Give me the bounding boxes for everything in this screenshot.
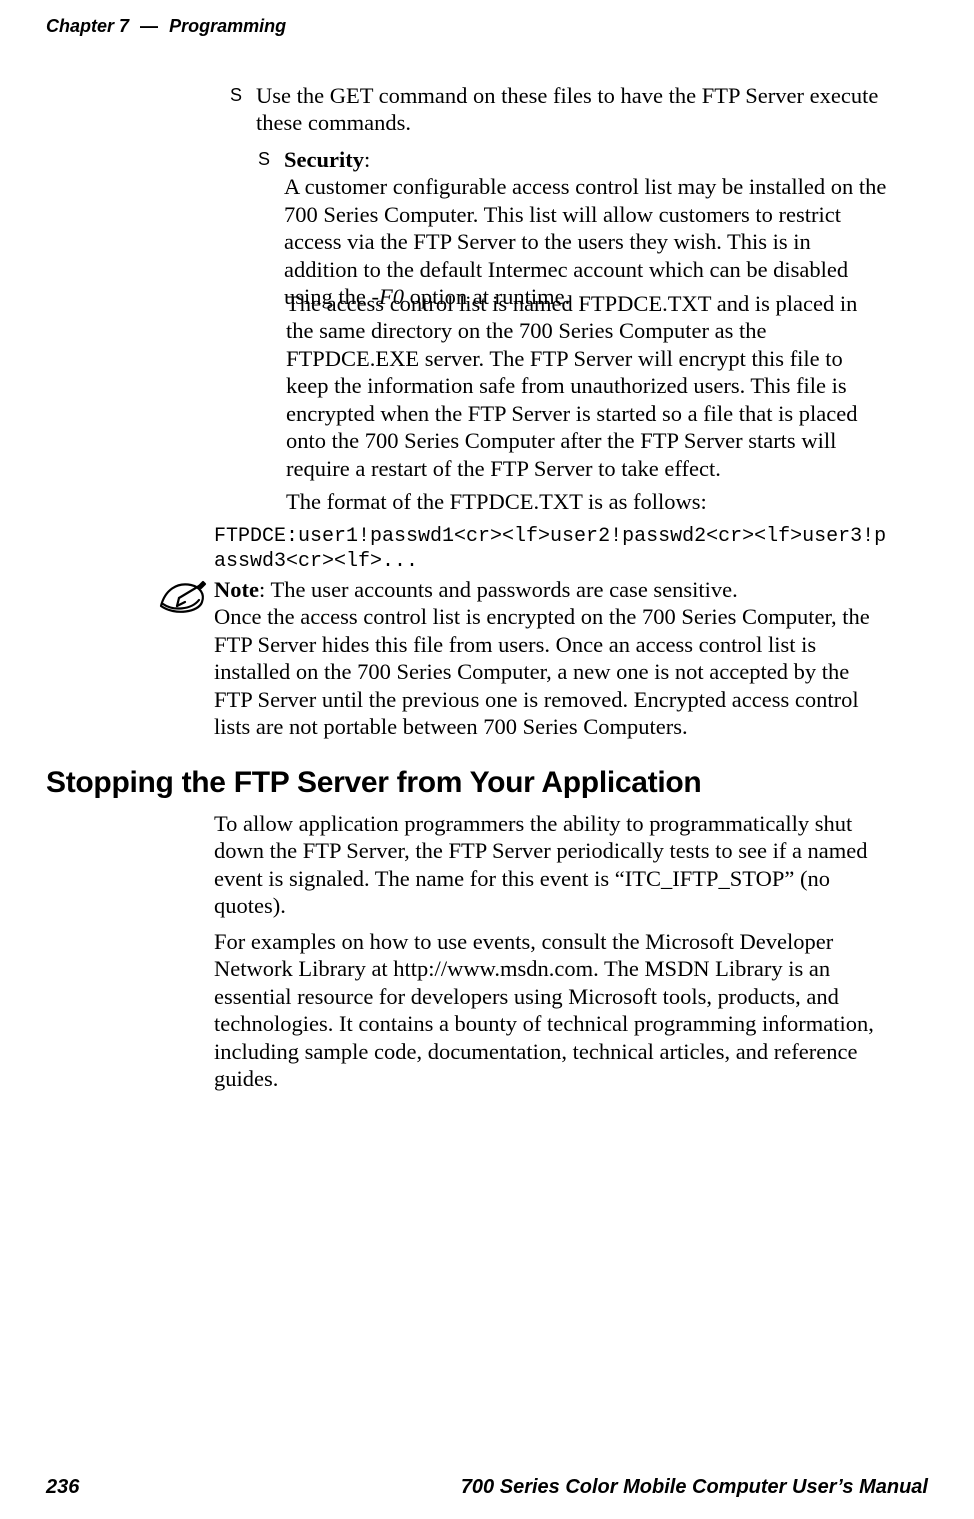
security-para-2: The access control list is named FTPDCE.… — [258, 290, 888, 482]
sub-para-wrap: The access control list is named FTPDCE.… — [230, 290, 888, 482]
bullet-block-1: S Use the GET command on these files to … — [230, 82, 888, 141]
chapter-label: Chapter 7 — [46, 16, 129, 36]
page: Chapter 7 — Programming S Use the GET co… — [0, 0, 974, 1519]
sub-list: S Security: A customer configurable acce… — [230, 146, 888, 311]
page-number: 236 — [46, 1476, 79, 1499]
bullet-content: Security: A customer configurable access… — [284, 146, 888, 311]
bullet-block-4: The format of the FTPDCE.TXT is as follo… — [230, 488, 888, 515]
colon: : — [364, 147, 370, 172]
security-para-3: The format of the FTPDCE.TXT is as follo… — [258, 488, 888, 515]
sub-para-wrap: The format of the FTPDCE.TXT is as follo… — [230, 488, 888, 515]
running-head-title: Programming — [169, 16, 286, 36]
footer: 236 700 Series Color Mobile Computer Use… — [46, 1476, 928, 1499]
note-icon — [155, 576, 207, 618]
list-item: S Use the GET command on these files to … — [230, 82, 888, 137]
paragraph-2: For examples on how to use events, consu… — [214, 928, 888, 1093]
paragraph-1: To allow application programmers the abi… — [214, 810, 888, 920]
bullet-block-2: S Security: A customer configurable acce… — [230, 146, 888, 311]
code-block: FTPDCE:user1!passwd1<cr><lf>user2!passwd… — [214, 524, 888, 574]
list-item: S Security: A customer configurable acce… — [258, 146, 888, 311]
bullet-marker: S — [230, 82, 256, 137]
note-label: Note — [214, 577, 259, 602]
security-label: Security — [284, 147, 364, 172]
footer-title: 700 Series Color Mobile Computer User’s … — [461, 1476, 928, 1499]
note-body: Once the access control list is encrypte… — [214, 604, 870, 739]
heading-stopping-ftp: Stopping the FTP Server from Your Applic… — [46, 766, 888, 800]
note-block: Note: The user accounts and passwords ar… — [214, 576, 888, 741]
bullet-block-3: The access control list is named FTPDCE.… — [230, 290, 888, 482]
running-head: Chapter 7 — Programming — [46, 16, 928, 37]
bullet-text: Use the GET command on these files to ha… — [256, 82, 888, 137]
running-head-separator: — — [140, 16, 158, 36]
note-after-lead: : The user accounts and passwords are ca… — [259, 577, 738, 602]
bullet-marker: S — [258, 146, 284, 311]
